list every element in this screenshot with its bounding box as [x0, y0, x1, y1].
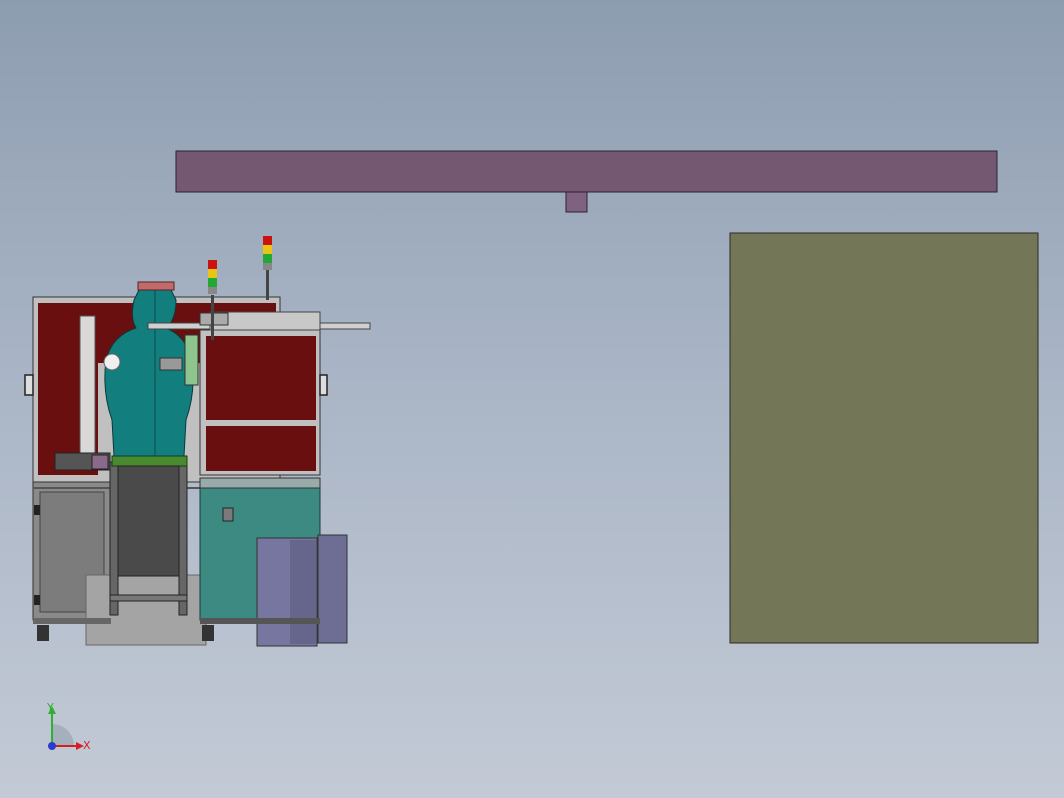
- teal-cabinet-switch[interactable]: [222, 507, 234, 522]
- olive-panel[interactable]: [729, 232, 1039, 644]
- foot-bar: [200, 618, 320, 624]
- triad-y-label: Y: [46, 701, 54, 714]
- triad-z-origin: [48, 742, 56, 750]
- signal-light-red: [208, 260, 217, 269]
- green-bracket: [184, 334, 199, 386]
- cad-graphics-viewport[interactable]: Y X: [0, 0, 1064, 798]
- signal-tower-right: [263, 236, 272, 300]
- right-enclosure-glass-bottom[interactable]: [206, 426, 316, 471]
- beam-body[interactable]: [175, 150, 998, 193]
- grey-block: [159, 357, 183, 371]
- axis-triad-icon: Y X: [46, 701, 91, 752]
- signal-tower-base: [263, 263, 272, 270]
- triad-x-label: X: [83, 739, 91, 752]
- motor-end: [91, 454, 109, 470]
- stand-post-right: [178, 461, 188, 616]
- mannequin-light: [103, 353, 121, 371]
- mannequin-cap: [137, 281, 175, 291]
- vertical-post: [79, 315, 96, 457]
- overhead-beam[interactable]: [175, 150, 998, 213]
- signal-light-green: [263, 254, 272, 263]
- signal-tower-pole: [211, 295, 214, 340]
- triad-arc: [52, 724, 74, 746]
- stand-platform: [111, 455, 188, 467]
- enclosure-handle-left[interactable]: [24, 374, 34, 396]
- stand-post-left: [109, 461, 119, 616]
- bin-back[interactable]: [317, 534, 348, 644]
- stand-crossbar: [109, 594, 188, 602]
- beam-bracket[interactable]: [565, 191, 588, 213]
- signal-light-yellow: [263, 245, 272, 254]
- waste-bins[interactable]: [256, 534, 348, 647]
- signal-light-red: [263, 236, 272, 245]
- signal-light-green: [208, 278, 217, 287]
- right-enclosure-glass-top[interactable]: [206, 336, 316, 420]
- left-cabinet-hinge-bottom: [34, 595, 40, 605]
- left-cabinet-hinge-top: [34, 505, 40, 515]
- foot-bar: [33, 618, 111, 624]
- caster: [37, 625, 49, 641]
- bin-front-shade: [290, 540, 316, 644]
- stand-lower-body: [117, 465, 180, 577]
- machine-assembly[interactable]: [24, 236, 371, 647]
- teal-cabinet-top: [199, 477, 321, 489]
- model-scene[interactable]: Y X: [0, 0, 1064, 798]
- signal-tower-base: [208, 287, 217, 294]
- signal-light-yellow: [208, 269, 217, 278]
- enclosure-handle-right[interactable]: [319, 374, 328, 396]
- base-plate: [85, 574, 207, 646]
- caster: [202, 625, 214, 641]
- signal-tower-pole: [266, 270, 269, 300]
